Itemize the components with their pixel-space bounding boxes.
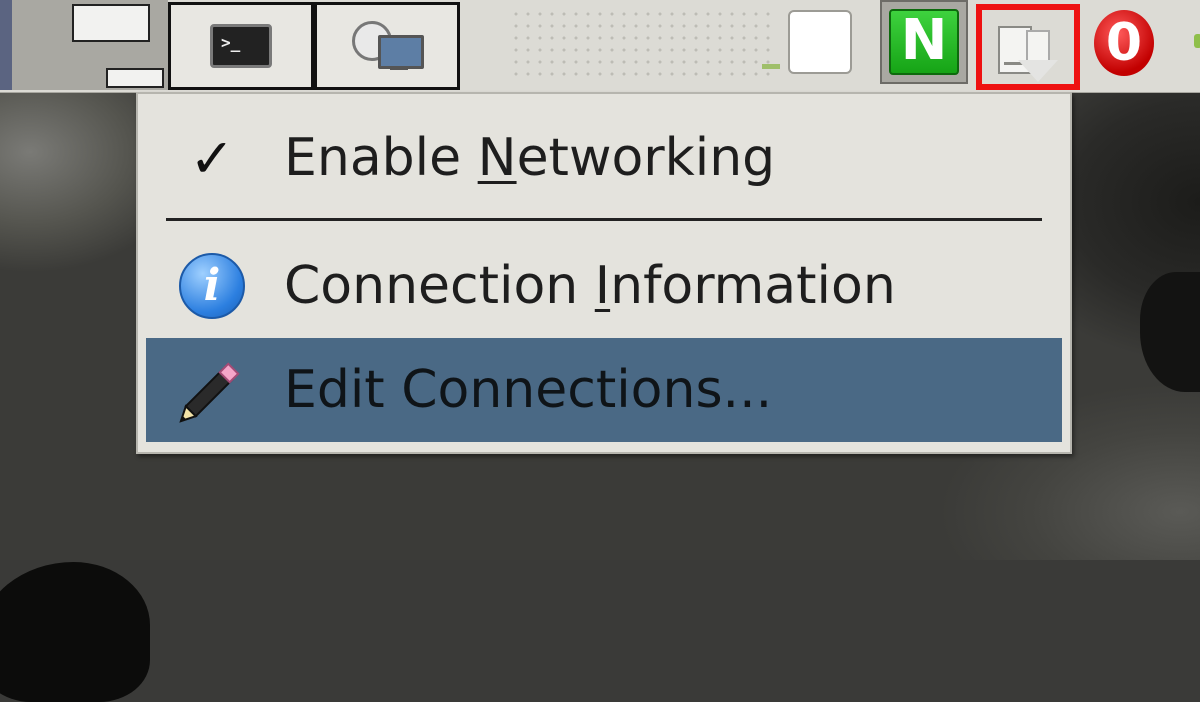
pencil-icon xyxy=(174,352,250,428)
checkmark-icon: ✓ xyxy=(189,126,235,190)
n-app-icon: N xyxy=(889,9,959,75)
network-computer-icon xyxy=(352,21,424,71)
terminal-icon: >_ xyxy=(210,24,272,68)
panel-left-edge xyxy=(0,0,12,90)
download-arrow-head xyxy=(1018,60,1058,82)
panel-drag-area xyxy=(510,8,770,82)
menu-item-edit-connections[interactable]: Edit Connections... xyxy=(146,338,1062,442)
menu-item-label: Connection Information xyxy=(284,256,896,316)
menu-separator xyxy=(166,218,1042,221)
tray-zero-badge-icon[interactable]: 0 xyxy=(1094,10,1154,76)
desktop-wallpaper-shape xyxy=(0,562,150,702)
tray-partial-icon[interactable] xyxy=(1194,34,1200,48)
network-manager-menu: ✓ Enable Networking i Connection Informa… xyxy=(136,92,1072,454)
terminal-prompt-glyph: >_ xyxy=(221,33,241,52)
menu-item-label: Edit Connections... xyxy=(284,360,773,420)
workspace-window-thumbnail[interactable] xyxy=(106,68,164,88)
download-arrow-icon xyxy=(1026,30,1050,64)
menu-item-label: Enable Networking xyxy=(284,128,776,188)
network-manager-applet-button[interactable] xyxy=(976,4,1080,90)
menu-item-connection-information[interactable]: i Connection Information xyxy=(146,234,1062,338)
tray-blank-icon[interactable] xyxy=(788,10,852,74)
desktop-wallpaper-shape xyxy=(1140,272,1200,392)
tray-n-app-button[interactable]: N xyxy=(880,0,968,84)
menu-item-enable-networking[interactable]: ✓ Enable Networking xyxy=(146,106,1062,210)
top-panel: >_ N 0 xyxy=(0,0,1200,93)
info-icon: i xyxy=(174,248,250,324)
workspace-window-thumbnail[interactable] xyxy=(72,4,150,42)
terminal-launcher-button[interactable]: >_ xyxy=(168,2,314,90)
workspace-switcher[interactable] xyxy=(12,0,168,90)
network-launcher-button[interactable] xyxy=(314,2,460,90)
tray-separator xyxy=(762,64,780,69)
